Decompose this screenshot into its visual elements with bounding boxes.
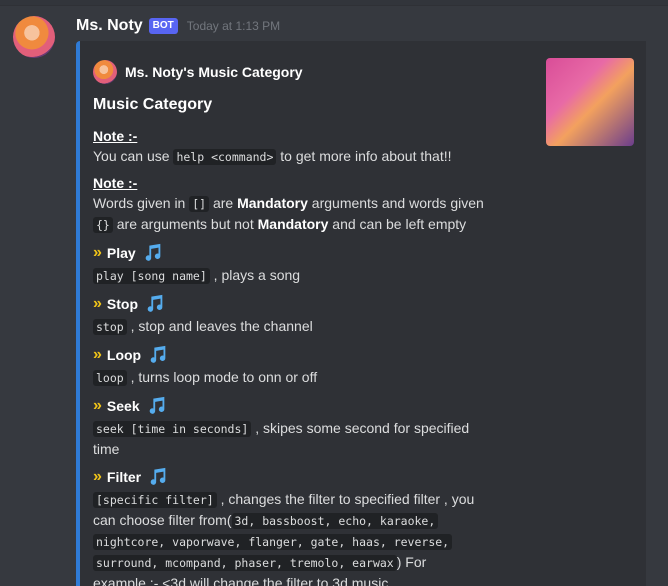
command-stop: » Stop stop , stop and leaves the channe… bbox=[93, 292, 493, 337]
bot-tag: BOT bbox=[148, 18, 178, 34]
filter-list-line3: surround, mcompand, phaser, tremolo, ear… bbox=[93, 552, 493, 573]
embed-author-name: Ms. Noty's Music Category bbox=[125, 64, 303, 80]
musical-notes-icon bbox=[150, 467, 166, 485]
command-usage: seek [time in seconds] , skipes some sec… bbox=[93, 418, 493, 439]
command-code: play [song name] bbox=[93, 268, 210, 284]
command-desc: , stop and leaves the channel bbox=[126, 318, 313, 334]
command-name: Play bbox=[106, 245, 136, 261]
embed-author: Ms. Noty's Music Category bbox=[93, 60, 303, 84]
bold-text: Mandatory bbox=[257, 216, 329, 232]
filter-code: nightcore, vaporwave, flanger, gate, haa… bbox=[93, 534, 453, 550]
author-name[interactable]: Ms. Noty bbox=[76, 17, 143, 35]
filter-code: surround, mcompand, phaser, tremolo, ear… bbox=[93, 555, 397, 571]
command-play: » Play play [song name] , plays a song bbox=[93, 241, 493, 286]
command-name: Seek bbox=[106, 398, 140, 414]
command-filter: » Filter [specific filter] , changes the… bbox=[93, 465, 493, 586]
note-arguments: Note :- Words given in [] are Mandatory … bbox=[93, 173, 493, 235]
command-name: Loop bbox=[106, 347, 142, 363]
embed-author-icon bbox=[93, 60, 117, 84]
command-code: stop bbox=[93, 319, 127, 335]
command-code: seek [time in seconds] bbox=[93, 421, 252, 437]
command-code: loop bbox=[93, 370, 127, 386]
note-arguments-line2: {} are arguments but not Mandatory and c… bbox=[93, 214, 493, 235]
command-desc: , skipes some second for specified bbox=[251, 420, 470, 436]
chevron-double-right-icon: » bbox=[93, 295, 102, 312]
note-text: are bbox=[209, 195, 238, 211]
note-text: are arguments but not bbox=[112, 216, 258, 232]
musical-notes-icon bbox=[145, 243, 161, 261]
inline-code: help <command> bbox=[173, 149, 277, 165]
command-usage: loop , turns loop mode to onn or off bbox=[93, 367, 493, 388]
inline-code: {} bbox=[93, 217, 113, 233]
author-avatar[interactable] bbox=[13, 16, 55, 58]
note-text: to get more info about that!! bbox=[276, 148, 452, 164]
note-arguments-line1: Words given in [] are Mandatory argument… bbox=[93, 193, 493, 214]
chevron-double-right-icon: » bbox=[93, 244, 102, 261]
chevron-double-right-icon: » bbox=[93, 468, 102, 485]
embed-description: Note :- You can use help <command> to ge… bbox=[93, 126, 493, 586]
note-text: You can use bbox=[93, 148, 174, 164]
command-usage: [specific filter] , changes the filter t… bbox=[93, 489, 493, 510]
chevron-double-right-icon: » bbox=[93, 397, 102, 414]
note-text: arguments and words given bbox=[307, 195, 484, 211]
embed-title: Music Category bbox=[93, 96, 213, 113]
filter-list-line2: nightcore, vaporwave, flanger, gate, haa… bbox=[93, 531, 493, 552]
note-text: and can be left empty bbox=[328, 216, 467, 232]
filter-list-line1: can choose filter from(3d, bassboost, ec… bbox=[93, 510, 493, 531]
command-usage: play [song name] , plays a song bbox=[93, 265, 493, 286]
command-name: Filter bbox=[106, 469, 142, 485]
musical-notes-icon bbox=[149, 396, 164, 414]
top-divider bbox=[0, 0, 668, 6]
command-desc: ) For bbox=[396, 554, 427, 570]
command-code: [specific filter] bbox=[93, 492, 217, 508]
command-loop: » Loop loop , turns loop mode to onn or … bbox=[93, 343, 493, 388]
chevron-double-right-icon: » bbox=[93, 346, 102, 363]
command-desc-cont: time bbox=[93, 441, 120, 457]
embed: Ms. Noty's Music Category Music Category… bbox=[76, 41, 646, 586]
command-desc: , turns loop mode to onn or off bbox=[126, 369, 318, 385]
filter-code: 3d, bassboost, echo, karaoke, bbox=[231, 513, 439, 529]
command-desc: can choose filter from( bbox=[93, 512, 232, 528]
message-header: Ms. Noty BOT Today at 1:13 PM bbox=[76, 15, 280, 37]
timestamp[interactable]: Today at 1:13 PM bbox=[187, 19, 280, 33]
command-seek: » Seek seek [time in seconds] , skipes s… bbox=[93, 394, 493, 459]
musical-notes-icon bbox=[147, 294, 163, 312]
note-label: Note :- bbox=[93, 128, 138, 144]
note-label: Note :- bbox=[93, 175, 138, 191]
command-name: Stop bbox=[106, 296, 139, 312]
musical-notes-icon bbox=[150, 345, 166, 363]
embed-thumbnail[interactable] bbox=[546, 58, 634, 146]
command-desc: , plays a song bbox=[209, 267, 301, 283]
filter-example: example :- <3d will change the filter to… bbox=[93, 575, 389, 586]
note-text: Words given in bbox=[93, 195, 190, 211]
command-desc: , changes the filter to specified filter… bbox=[216, 491, 475, 507]
inline-code: [] bbox=[189, 196, 210, 212]
note-help: Note :- You can use help <command> to ge… bbox=[93, 126, 493, 167]
bold-text: Mandatory bbox=[237, 195, 308, 211]
command-usage: stop , stop and leaves the channel bbox=[93, 316, 493, 337]
note-help-text: You can use help <command> to get more i… bbox=[93, 146, 493, 167]
